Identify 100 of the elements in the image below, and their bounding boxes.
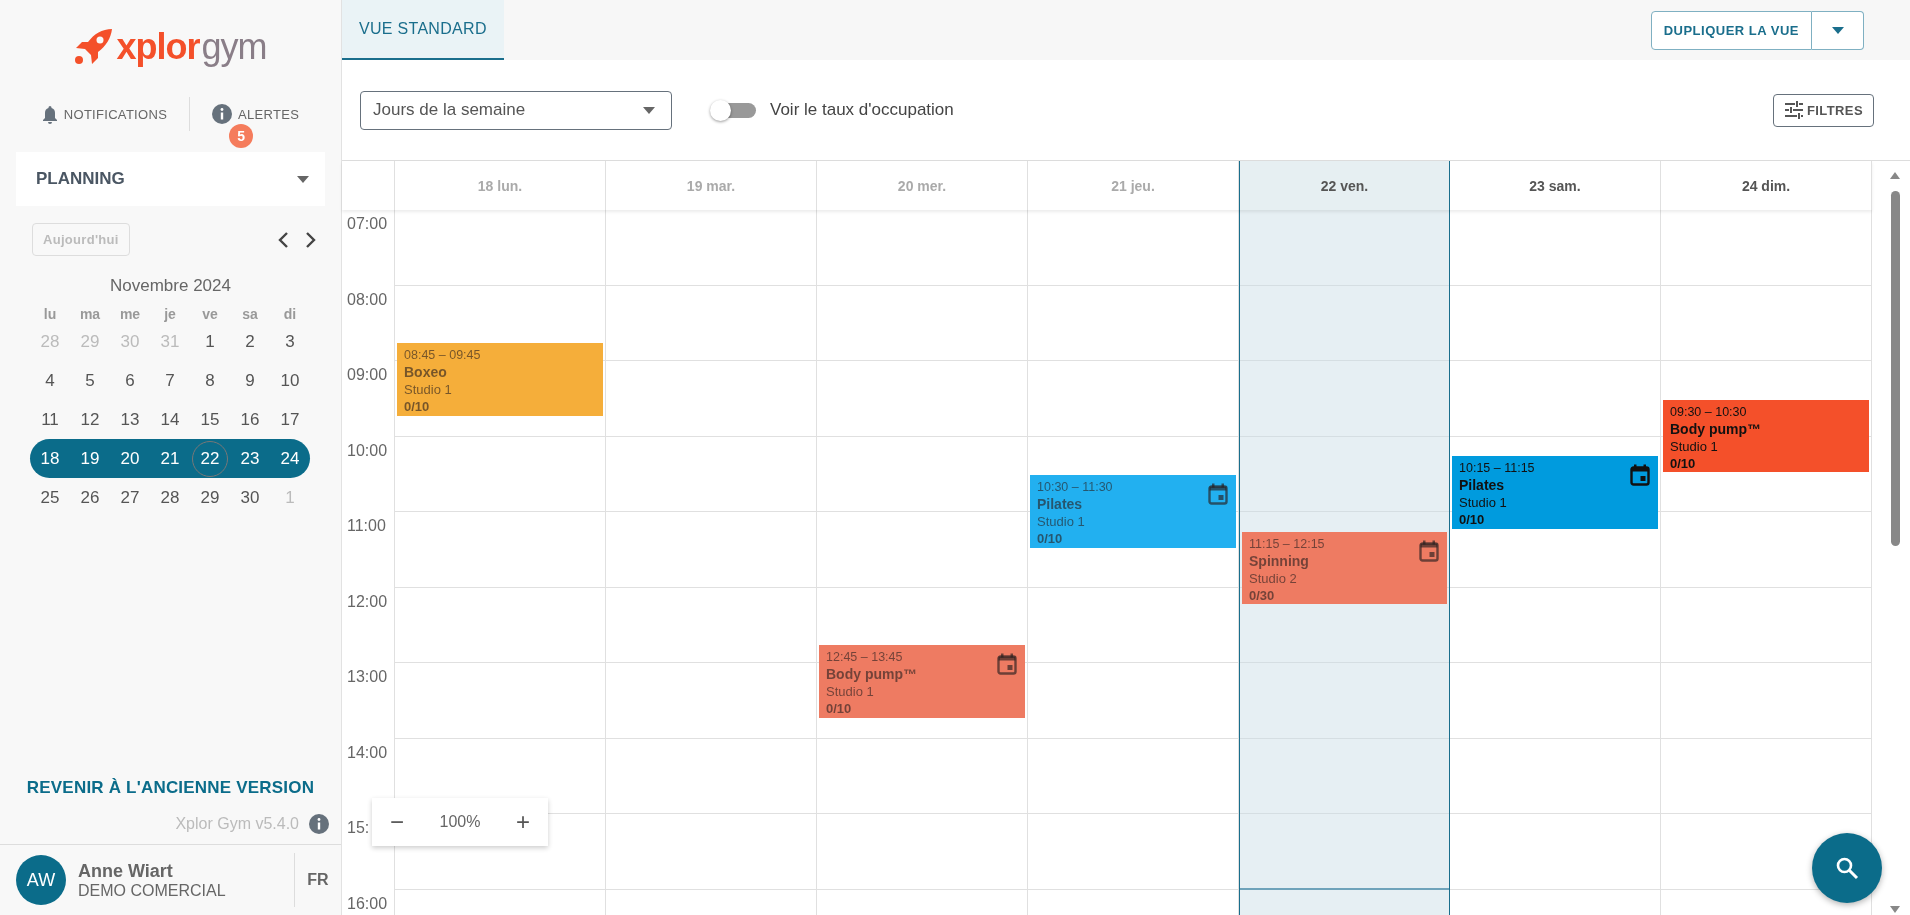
event-room: Studio 2 — [1249, 569, 1298, 587]
event-room: Studio 1 — [1459, 494, 1508, 512]
selected-week[interactable]: 18 19 20 21 22 23 24 — [30, 439, 310, 478]
weekday-label: ve — [201, 306, 219, 322]
calendar-day[interactable]: 20 — [112, 440, 148, 477]
calendar-day[interactable]: 13 — [112, 401, 148, 438]
language-button[interactable]: FR — [294, 853, 341, 907]
view-select[interactable]: Jours de la semaine — [360, 90, 672, 130]
time-label: 11:00 — [347, 517, 386, 534]
class-event[interactable]: 10:15 – 11:15 Pilates Studio 1 0/10 — [1452, 456, 1658, 529]
time-label: 13:00 — [347, 668, 388, 685]
filters-button[interactable]: FILTRES — [1773, 93, 1874, 127]
event-title: Pilates — [1037, 496, 1084, 514]
event-title: Boxeo — [404, 364, 448, 382]
search-button[interactable] — [1812, 833, 1882, 903]
calendar-day[interactable]: 18 — [32, 440, 68, 477]
event-room: Studio 1 — [404, 381, 453, 399]
calendar-day[interactable]: 12 — [72, 401, 108, 438]
calendar-day[interactable]: 24 — [272, 440, 308, 477]
time-label: 10:00 — [347, 441, 388, 459]
zoom-out-button[interactable]: − — [386, 808, 408, 836]
event-room: Studio 1 — [1670, 437, 1719, 455]
weekday-label: je — [163, 306, 177, 322]
organization-name: DEMO COMERCIAL — [78, 881, 227, 900]
day-header: 23 sam. — [1450, 161, 1661, 210]
event-title: Body pump™ — [1670, 420, 1762, 438]
calendar-day[interactable]: 4 — [32, 362, 68, 399]
rocket-icon — [74, 28, 115, 66]
calendar-day[interactable]: 16 — [232, 401, 268, 438]
class-event[interactable]: 09:30 – 10:30 Body pump™ Studio 1 0/10 — [1663, 399, 1869, 473]
event-capacity: 0/10 — [1459, 511, 1486, 529]
event-title: Pilates — [1459, 477, 1506, 495]
previous-icon[interactable] — [277, 230, 289, 249]
day-header: 24 dim. — [1661, 161, 1872, 210]
user-avatar[interactable]: AW — [16, 855, 66, 905]
calendar-day[interactable]: 27 — [112, 479, 148, 516]
calendar-day[interactable]: 30 — [232, 479, 268, 516]
event-time: 10:30 – 11:30 — [1037, 479, 1114, 497]
calendar-day[interactable]: 28 — [152, 479, 188, 516]
time-label: 09:00 — [347, 366, 388, 383]
time-label: 07:00 — [347, 215, 388, 232]
alert-count-badge: 5 — [229, 124, 254, 148]
event-capacity: 0/10 — [1670, 454, 1697, 472]
time-label: 12:00 — [347, 592, 388, 610]
zoom-in-button[interactable]: + — [511, 808, 534, 836]
view-tab[interactable]: VUE STANDARD — [342, 0, 504, 60]
day-header: 19 mar. — [606, 161, 817, 210]
calendar-day[interactable]: 8 — [192, 362, 228, 399]
calendar-day[interactable]: 6 — [112, 362, 148, 399]
planning-dropdown[interactable]: PLANNING — [16, 152, 325, 206]
user-name: Anne Wiart — [78, 860, 174, 882]
day-header: 20 mer. — [817, 161, 1028, 210]
calendar-day[interactable]: 5 — [72, 362, 108, 399]
weekday-label: me — [118, 306, 142, 322]
bell-icon — [41, 104, 58, 124]
next-icon[interactable] — [305, 230, 317, 249]
calendar-day[interactable]: 15 — [192, 401, 228, 438]
toggle-label: Voir le taux d'occupation — [770, 100, 954, 120]
month-title: Novembre 2024 — [109, 276, 232, 296]
calendar-icon — [1630, 464, 1650, 487]
time-label: 14:00 — [347, 743, 388, 761]
day-header: 22 ven. — [1239, 161, 1450, 210]
calendar-day[interactable]: 26 — [72, 479, 108, 516]
calendar-day[interactable]: 10 — [272, 362, 308, 399]
event-title: Body pump™ — [826, 666, 918, 684]
calendar-day[interactable]: 1 — [192, 323, 228, 360]
calendar-day[interactable]: 19 — [72, 440, 108, 477]
logo-brand: xplor — [116, 29, 200, 65]
calendar-day[interactable]: 7 — [152, 362, 188, 399]
notifications-button[interactable]: NOTIFICATIONS — [29, 100, 180, 128]
calendar-day[interactable]: 3 — [272, 323, 308, 360]
dropdown-caret-icon — [643, 106, 655, 114]
calendar-day[interactable]: 2 — [232, 323, 268, 360]
weekday-label: di — [282, 306, 298, 322]
calendar-day[interactable]: 29 — [192, 479, 228, 516]
duplicate-view-button[interactable]: DUPLIQUER LA VUE — [1650, 10, 1812, 50]
calendar-icon — [1208, 483, 1228, 506]
calendar-day[interactable]: 14 — [152, 401, 188, 438]
info-icon[interactable] — [309, 814, 329, 834]
event-time: 12:45 – 13:45 — [826, 649, 904, 667]
calendar-day[interactable]: 23 — [232, 440, 268, 477]
calendar-day[interactable]: 21 — [152, 440, 188, 477]
calendar-day[interactable]: 11 — [32, 401, 68, 438]
event-capacity: 0/10 — [1037, 530, 1064, 548]
calendar-day[interactable]: 9 — [232, 362, 268, 399]
dropdown-caret-icon — [1831, 26, 1844, 34]
weekday-label: sa — [241, 306, 259, 322]
old-version-link[interactable]: REVENIR À L'ANCIENNE VERSION — [26, 778, 315, 798]
search-icon — [1835, 856, 1859, 880]
event-time: 09:30 – 10:30 — [1670, 403, 1748, 421]
day-header: 18 lun. — [395, 161, 606, 210]
occupancy-toggle[interactable] — [710, 100, 756, 120]
event-room: Studio 1 — [826, 683, 875, 701]
sliders-icon — [1784, 101, 1804, 119]
event-capacity: 0/10 — [404, 398, 431, 416]
time-label: 08:00 — [347, 290, 388, 308]
calendar-day[interactable]: 25 — [32, 479, 68, 516]
calendar-day[interactable]: 17 — [272, 401, 308, 438]
dropdown-caret-icon — [297, 175, 309, 183]
class-event[interactable]: 08:45 – 09:45 Boxeo Studio 1 0/10 — [397, 343, 603, 416]
